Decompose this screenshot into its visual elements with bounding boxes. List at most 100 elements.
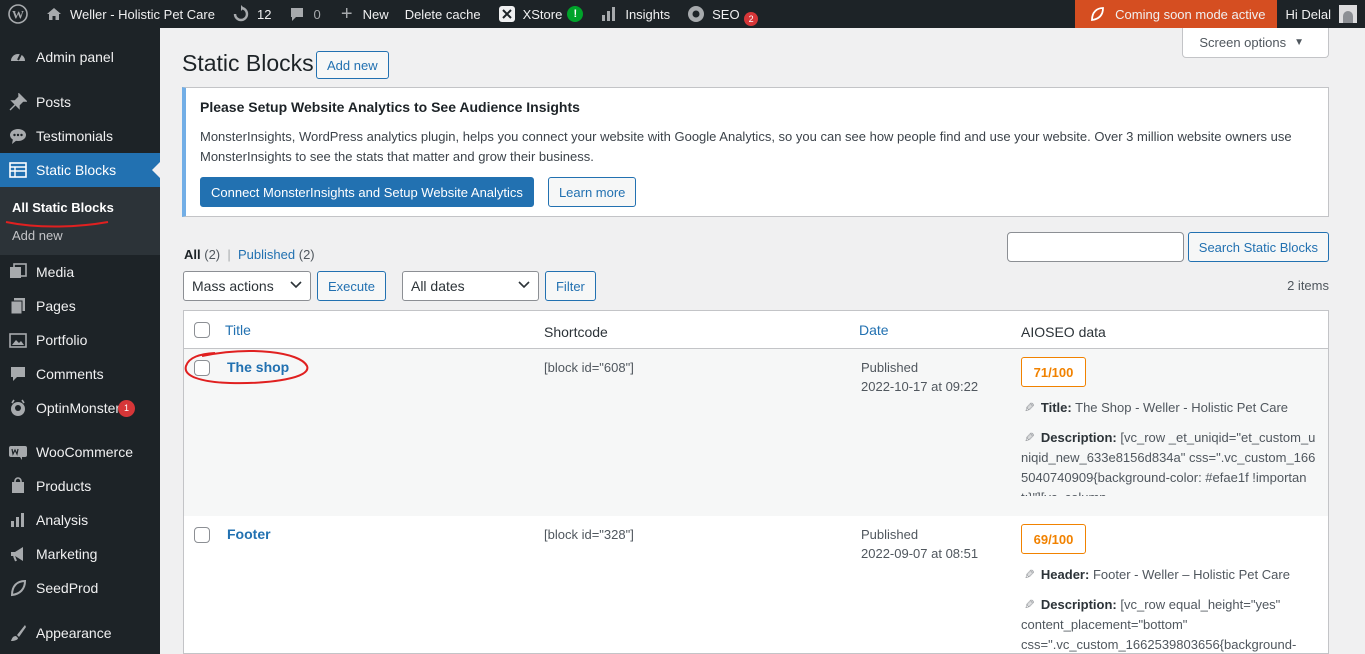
sidebar-item-static-blocks[interactable]: Static Blocks (0, 153, 160, 187)
sidebar-item-seedprod[interactable]: SeedProd (0, 571, 160, 605)
portfolio-icon (8, 330, 28, 350)
column-date-header[interactable]: Date (859, 322, 889, 338)
row-checkbox[interactable] (194, 527, 210, 543)
row-date-value: 2022-09-07 at 08:51 (861, 546, 979, 561)
sidebar-item-media[interactable]: Media (0, 255, 160, 289)
pencil-icon[interactable]: ✎ (1024, 565, 1035, 585)
dates-select[interactable]: All dates (401, 271, 539, 301)
wordpress-logo-button[interactable]: W (0, 0, 36, 28)
row-shortcode: [block id="328"] (544, 527, 634, 542)
sidebar-item-label: Media (36, 264, 75, 280)
dashboard-icon (8, 47, 28, 67)
delete-cache-link[interactable]: Delete cache (397, 0, 489, 28)
pencil-icon[interactable]: ✎ (1024, 398, 1035, 418)
screen-options-label: Screen options (1199, 35, 1287, 50)
seo-link[interactable]: SEO 2 (678, 0, 759, 28)
updates-count: 12 (256, 6, 272, 22)
sidebar-item-label: Posts (36, 94, 72, 110)
submenu-add-new[interactable]: Add new (0, 221, 160, 249)
comments-link[interactable]: 0 (279, 0, 328, 28)
coming-soon-indicator[interactable]: Coming soon mode active (1075, 0, 1278, 28)
submenu-all-static-blocks[interactable]: All Static Blocks (0, 193, 160, 221)
comment-icon (287, 4, 307, 24)
filter-button[interactable]: Filter (544, 271, 596, 301)
seo-score-badge[interactable]: 71/100 (1021, 357, 1086, 387)
seo-badge: 2 (744, 12, 759, 26)
sidebar-item-woocommerce[interactable]: WooCommerce (0, 435, 160, 469)
sidebar-item-label: WooCommerce (36, 444, 133, 460)
static-blocks-submenu: All Static Blocks Add new (0, 187, 160, 255)
sidebar-item-label: Comments (36, 366, 104, 382)
seo-title-value: Footer - Weller – Holistic Pet Care (1092, 567, 1290, 582)
filter-all-link[interactable]: All (184, 247, 201, 262)
sidebar-item-pages[interactable]: Pages (0, 289, 160, 323)
account-menu[interactable]: Hi Delal (1277, 0, 1365, 28)
screen-options-button[interactable]: Screen options ▼ (1182, 28, 1329, 58)
sidebar-item-testimonials[interactable]: Testimonials (0, 119, 160, 153)
pencil-icon[interactable]: ✎ (1024, 595, 1035, 615)
sidebar-item-comments[interactable]: Comments (0, 357, 160, 391)
new-content-link[interactable]: + New (329, 0, 397, 28)
sidebar-item-label: Portfolio (36, 332, 88, 348)
seo-score-badge[interactable]: 69/100 (1021, 524, 1086, 554)
row-date: Published 2022-10-17 at 09:22 (861, 358, 978, 396)
filter-published-link[interactable]: Published (238, 247, 295, 262)
updates-link[interactable]: 12 (223, 0, 279, 28)
column-title-header[interactable]: Title (225, 322, 251, 338)
table-nav-top: Mass actions Execute All dates Filter (183, 271, 596, 301)
add-new-button[interactable]: Add new (316, 51, 389, 79)
sidebar-item-optinmonster[interactable]: OptinMonster 1 (0, 391, 160, 425)
row-checkbox[interactable] (194, 360, 210, 376)
sidebar-item-admin-panel[interactable]: Admin panel (0, 40, 160, 74)
search-input[interactable] (1006, 232, 1184, 262)
check-icon: ! (567, 6, 584, 22)
seo-desc-label: Description: (1040, 430, 1117, 445)
sidebar-item-label: Admin panel (36, 49, 114, 65)
dates-value: All dates (410, 278, 465, 294)
notice-body: MonsterInsights, WordPress analytics plu… (200, 129, 1292, 164)
insights-link[interactable]: Insights (591, 0, 678, 28)
select-all-checkbox[interactable] (194, 322, 210, 338)
table-row: Footer [block id="328"] Published 2022-0… (184, 516, 1328, 653)
search-static-blocks-button[interactable]: Search Static Blocks (1187, 232, 1329, 262)
pencil-icon[interactable]: ✎ (1024, 428, 1035, 448)
sidebar-item-label: Marketing (36, 546, 98, 562)
sidebar-item-label: Static Blocks (36, 162, 117, 178)
seo-desc-label: Description: (1040, 597, 1117, 612)
row-title-link[interactable]: Footer (227, 526, 271, 542)
sidebar-item-appearance[interactable]: Appearance (0, 616, 160, 650)
execute-button[interactable]: Execute (317, 271, 386, 301)
connect-monsterinsights-button[interactable]: Connect MonsterInsights and Setup Websit… (200, 177, 534, 207)
sidebar-item-marketing[interactable]: Marketing (0, 537, 160, 571)
bar-chart-icon (599, 4, 619, 24)
items-count: 2 items (1287, 278, 1329, 293)
home-icon (44, 4, 64, 24)
learn-more-button[interactable]: Learn more (547, 177, 637, 207)
column-shortcode-header: Shortcode (544, 324, 608, 340)
column-aioseo-header: AIOSEO data (1021, 324, 1106, 340)
sidebar-item-portfolio[interactable]: Portfolio (0, 323, 160, 357)
sidebar-item-posts[interactable]: Posts (0, 85, 160, 119)
row-title-link[interactable]: The shop (227, 359, 289, 375)
xstore-label: XStore (522, 6, 563, 22)
speech-bubble-icon (8, 126, 28, 146)
megaphone-icon (8, 544, 28, 564)
sidebar-item-label: SeedProd (36, 580, 99, 596)
bulk-actions-value: Mass actions (192, 278, 274, 294)
sidebar-item-products[interactable]: Products (0, 469, 160, 503)
static-blocks-table: Title Shortcode Date AIOSEO data The sho… (183, 310, 1329, 654)
bulk-actions-select[interactable]: Mass actions (183, 271, 311, 301)
brush-icon (8, 623, 28, 643)
xstore-link[interactable]: XStore ! (489, 0, 592, 28)
admin-sidebar: Admin panel Posts Testimonials Static Bl… (0, 28, 160, 654)
refresh-icon (231, 4, 251, 24)
table-icon (8, 160, 28, 180)
site-name-link[interactable]: Weller - Holistic Pet Care (36, 0, 223, 28)
archive-icon (8, 476, 28, 496)
filter-separator: | (227, 247, 231, 262)
plus-icon: + (340, 2, 353, 25)
coming-soon-label: Coming soon mode active (1115, 6, 1266, 22)
sidebar-item-analysis[interactable]: Analysis (0, 503, 160, 537)
seedprod-icon (8, 578, 28, 598)
pin-icon (8, 92, 28, 112)
